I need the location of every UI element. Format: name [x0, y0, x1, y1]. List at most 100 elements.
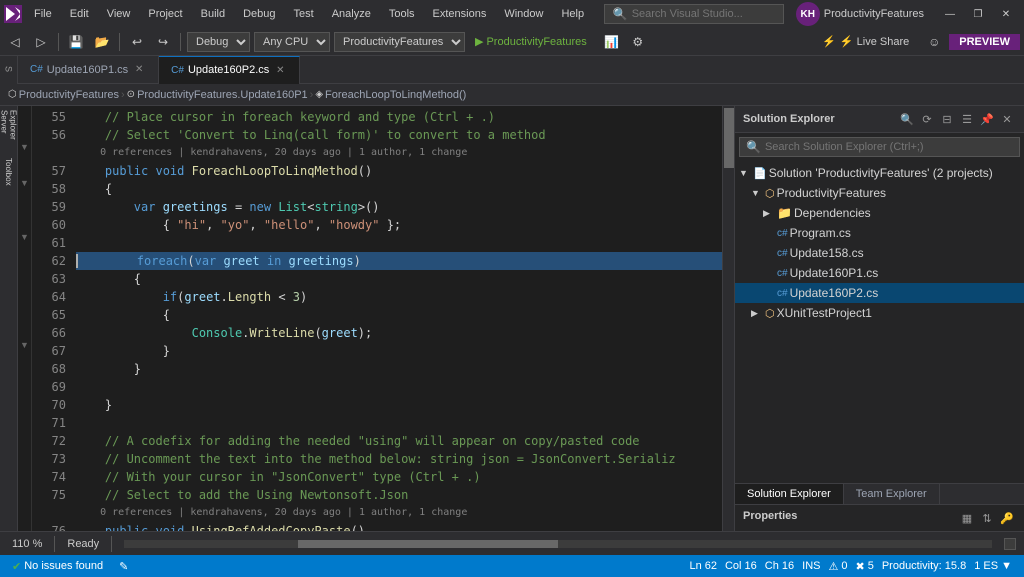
- lang-label: 1 ES ▼: [974, 560, 1012, 572]
- save-button[interactable]: 💾: [65, 31, 87, 53]
- fold-btn-59[interactable]: ▼: [20, 178, 29, 188]
- menu-extensions[interactable]: Extensions: [425, 6, 495, 22]
- maximize-button[interactable]: ❐: [964, 0, 992, 28]
- code-line-62: foreach(var greet in greetings): [76, 252, 722, 270]
- solution-tree: ▼ 📄 Solution 'ProductivityFeatures' (2 p…: [735, 161, 1024, 483]
- se-pin-icon[interactable]: 📌: [978, 110, 996, 128]
- menu-test[interactable]: Test: [286, 6, 322, 22]
- live-share-button[interactable]: ⚡ ⚡ Live Share: [816, 35, 915, 48]
- toolbox-icon[interactable]: Toolbox: [1, 152, 17, 192]
- back-button[interactable]: ◁: [4, 31, 26, 53]
- menu-file[interactable]: File: [26, 6, 60, 22]
- tab-close-1[interactable]: ✕: [132, 63, 146, 77]
- global-search-box[interactable]: 🔍: [604, 4, 784, 24]
- scrollbar-thumb-v[interactable]: [724, 108, 734, 168]
- preview-button[interactable]: PREVIEW: [949, 34, 1020, 50]
- se-collapse-icon[interactable]: ⊟: [938, 110, 956, 128]
- tab-update160p2[interactable]: C# Update160P2.cs ✕: [159, 56, 300, 84]
- prop-key-icon[interactable]: 🔑: [998, 509, 1016, 527]
- tab-close-2[interactable]: ✕: [273, 63, 287, 77]
- code-line-64: if(greet.Length < 3): [76, 288, 722, 306]
- startup-project-select[interactable]: ProductivityFeatures: [334, 32, 465, 52]
- status-project-label[interactable]: Productivity: 15.8: [878, 555, 970, 577]
- open-button[interactable]: 📂: [91, 31, 113, 53]
- se-settings-icon[interactable]: ☰: [958, 110, 976, 128]
- menu-analyze[interactable]: Analyze: [324, 6, 379, 22]
- menu-tools[interactable]: Tools: [381, 6, 423, 22]
- forward-button[interactable]: ▷: [30, 31, 52, 53]
- breadcrumb-root[interactable]: ProductivityFeatures: [19, 89, 119, 101]
- se-search-icon-inner: 🔍: [746, 140, 761, 154]
- tab-label-1: Update160P1.cs: [47, 64, 128, 76]
- server-explorer-icon[interactable]: Server Explorer: [1, 110, 17, 150]
- se-sync-icon[interactable]: ⟳: [918, 110, 936, 128]
- line-num-68: 68: [32, 360, 66, 378]
- code-line-59: var greetings = new List<string>(): [76, 198, 722, 216]
- run-button[interactable]: ▶ ProductivityFeatures: [469, 33, 593, 50]
- debug-config-select[interactable]: Debug: [187, 32, 250, 52]
- tab-update160p1[interactable]: C# Update160P1.cs ✕: [18, 56, 159, 84]
- menu-view[interactable]: View: [99, 6, 139, 22]
- tree-update158-cs[interactable]: ▶ c# Update158.cs: [735, 243, 1024, 263]
- tab-solution-explorer[interactable]: Solution Explorer: [735, 484, 844, 504]
- bottom-bar: 110 % Ready: [0, 531, 1024, 555]
- undo-button[interactable]: ↩: [126, 31, 148, 53]
- status-errors[interactable]: ✖ 5: [851, 555, 877, 577]
- code-line-63: {: [76, 270, 722, 288]
- status-lang[interactable]: 1 ES ▼: [970, 555, 1016, 577]
- line-num-63: 63: [32, 270, 66, 288]
- code-line-65: {: [76, 306, 722, 324]
- prop-sort-icon[interactable]: ⇅: [978, 509, 996, 527]
- settings-button[interactable]: ⚙: [627, 31, 649, 53]
- update160p1-label: Update160P1.cs: [790, 266, 879, 280]
- feedback-button[interactable]: ☺: [923, 31, 945, 53]
- breadcrumb-method[interactable]: ForeachLoopToLinqMethod(): [325, 89, 466, 101]
- menu-help[interactable]: Help: [553, 6, 592, 22]
- scrollbar-thumb-h[interactable]: [298, 540, 558, 548]
- fold-btn-57[interactable]: ▼: [20, 142, 29, 152]
- se-close-icon[interactable]: ✕: [998, 110, 1016, 128]
- editor-scrollbar[interactable]: [722, 106, 734, 531]
- se-search-icon[interactable]: 🔍: [898, 110, 916, 128]
- menu-debug[interactable]: Debug: [235, 6, 283, 22]
- platform-select[interactable]: Any CPU: [254, 32, 330, 52]
- tree-solution[interactable]: ▼ 📄 Solution 'ProductivityFeatures' (2 p…: [735, 163, 1024, 183]
- code-editor[interactable]: // Place cursor in foreach keyword and t…: [72, 106, 722, 531]
- fold-btn-76[interactable]: ▼: [20, 340, 29, 350]
- status-col[interactable]: Col 16: [721, 555, 761, 577]
- close-button[interactable]: ✕: [992, 0, 1020, 28]
- se-search-box[interactable]: 🔍: [739, 137, 1020, 157]
- tree-xunit-project[interactable]: ▶ ⬡ XUnitTestProject1: [735, 303, 1024, 323]
- zoom-control[interactable]: 110 %: [8, 538, 46, 550]
- menu-build[interactable]: Build: [193, 6, 233, 22]
- global-search-input[interactable]: [632, 8, 772, 20]
- prop-grid-icon[interactable]: ▦: [958, 509, 976, 527]
- tab-bar: S C# Update160P1.cs ✕ C# Update160P2.cs …: [0, 56, 1024, 84]
- status-pencil[interactable]: ✎: [115, 555, 132, 577]
- status-ch[interactable]: Ch 16: [761, 555, 798, 577]
- status-warnings[interactable]: ⚠ 0: [824, 555, 851, 577]
- menu-window[interactable]: Window: [496, 6, 551, 22]
- status-position[interactable]: Ln 62: [685, 555, 721, 577]
- menu-project[interactable]: Project: [140, 6, 190, 22]
- se-search-input[interactable]: [765, 141, 1013, 153]
- tab-team-explorer[interactable]: Team Explorer: [844, 484, 940, 504]
- minimize-button[interactable]: —: [936, 0, 964, 28]
- tree-dependencies[interactable]: ▶ 📁 Dependencies: [735, 203, 1024, 223]
- fold-btn-62[interactable]: ▼: [20, 232, 29, 242]
- breadcrumb-class[interactable]: ProductivityFeatures.Update160P1: [137, 89, 308, 101]
- status-no-issues[interactable]: ✔ No issues found: [8, 555, 107, 577]
- tree-program-cs[interactable]: ▶ c# Program.cs: [735, 223, 1024, 243]
- diagnostics-button[interactable]: 📊: [601, 31, 623, 53]
- tree-project-main[interactable]: ▼ ⬡ ProductivityFeatures: [735, 183, 1024, 203]
- server-explorer-toggle[interactable]: S: [0, 56, 18, 84]
- tree-update160p1-cs[interactable]: ▶ c# Update160P1.cs: [735, 263, 1024, 283]
- cs-icon-160p1: c#: [777, 268, 788, 279]
- editor-area[interactable]: ▼ ▼ ▼ ▼ 55 56 57 58 59 60 61 62 63 64 65…: [18, 106, 734, 531]
- horizontal-scrollbar[interactable]: [124, 540, 992, 548]
- redo-button[interactable]: ↪: [152, 31, 174, 53]
- menu-edit[interactable]: Edit: [62, 6, 97, 22]
- line-num-64: 64: [32, 288, 66, 306]
- tree-update160p2-cs[interactable]: ▶ c# Update160P2.cs: [735, 283, 1024, 303]
- status-ins-mode[interactable]: INS: [798, 555, 824, 577]
